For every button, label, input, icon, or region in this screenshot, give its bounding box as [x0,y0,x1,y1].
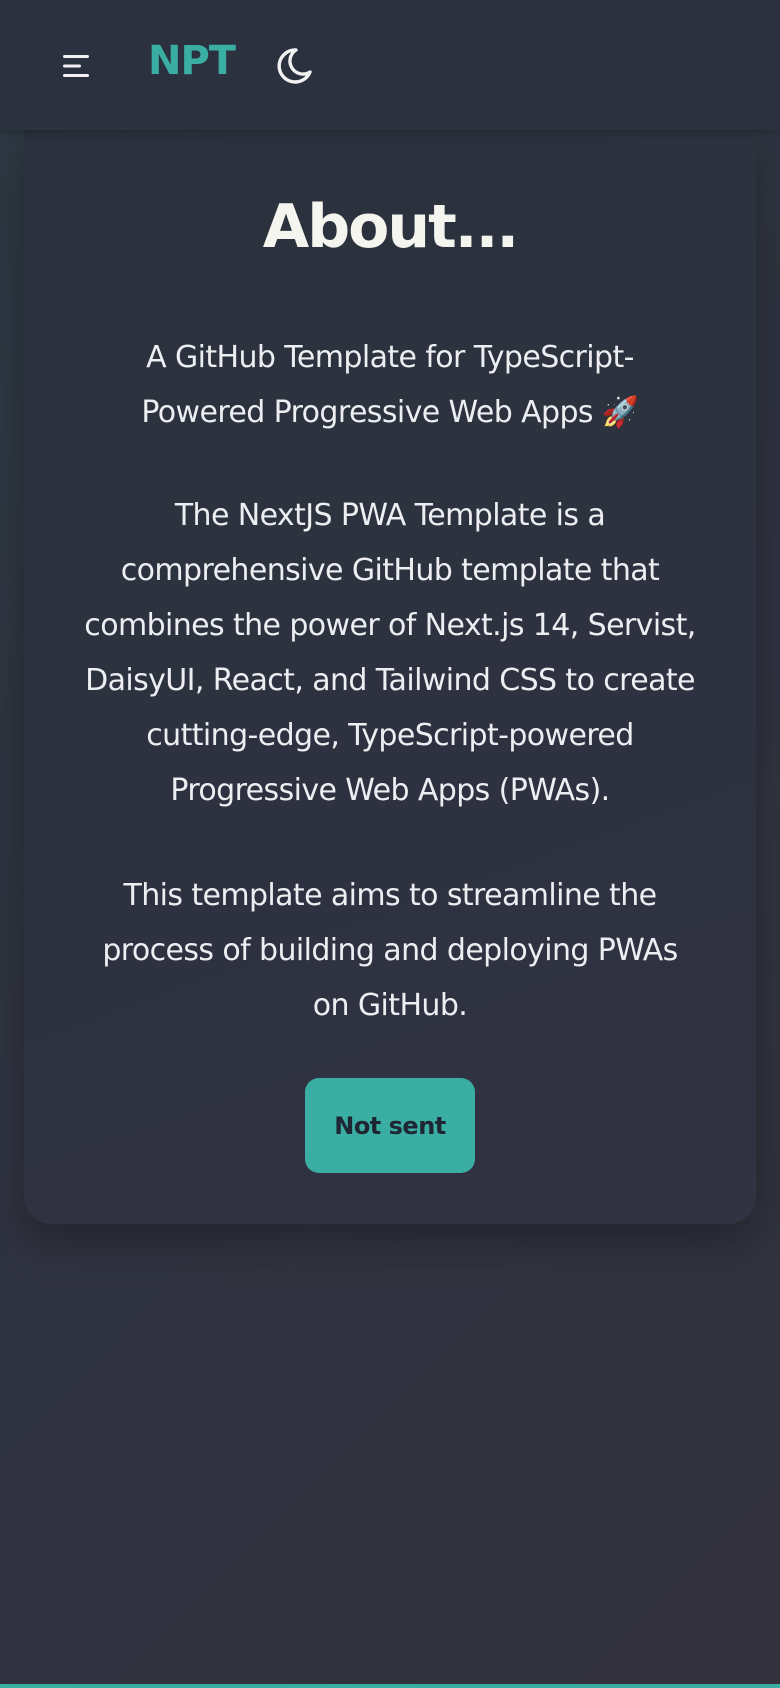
subtitle: A GitHub Template for TypeScript- Powere… [84,330,696,440]
page-title: About... [262,192,519,262]
aim-text: This template aims to streamline the pro… [102,878,678,1023]
description-text: The NextJS PWA Template is a comprehensi… [84,498,696,808]
not-sent-button[interactable]: Not sent [305,1078,475,1173]
logo[interactable]: NPT [148,38,236,84]
menu-button[interactable] [56,46,100,86]
about-card: About... A GitHub Template for TypeScrip… [24,130,756,1224]
menu-icon [63,55,89,77]
navbar: NPT [0,0,780,130]
moon-icon [277,48,312,84]
theme-toggle-button[interactable] [272,44,316,88]
bottom-accent-line [0,1684,780,1688]
subtitle-line-1: A GitHub Template for TypeScript- [146,340,634,375]
subtitle-line-2: Powered Progressive Web Apps 🚀 [141,395,639,430]
